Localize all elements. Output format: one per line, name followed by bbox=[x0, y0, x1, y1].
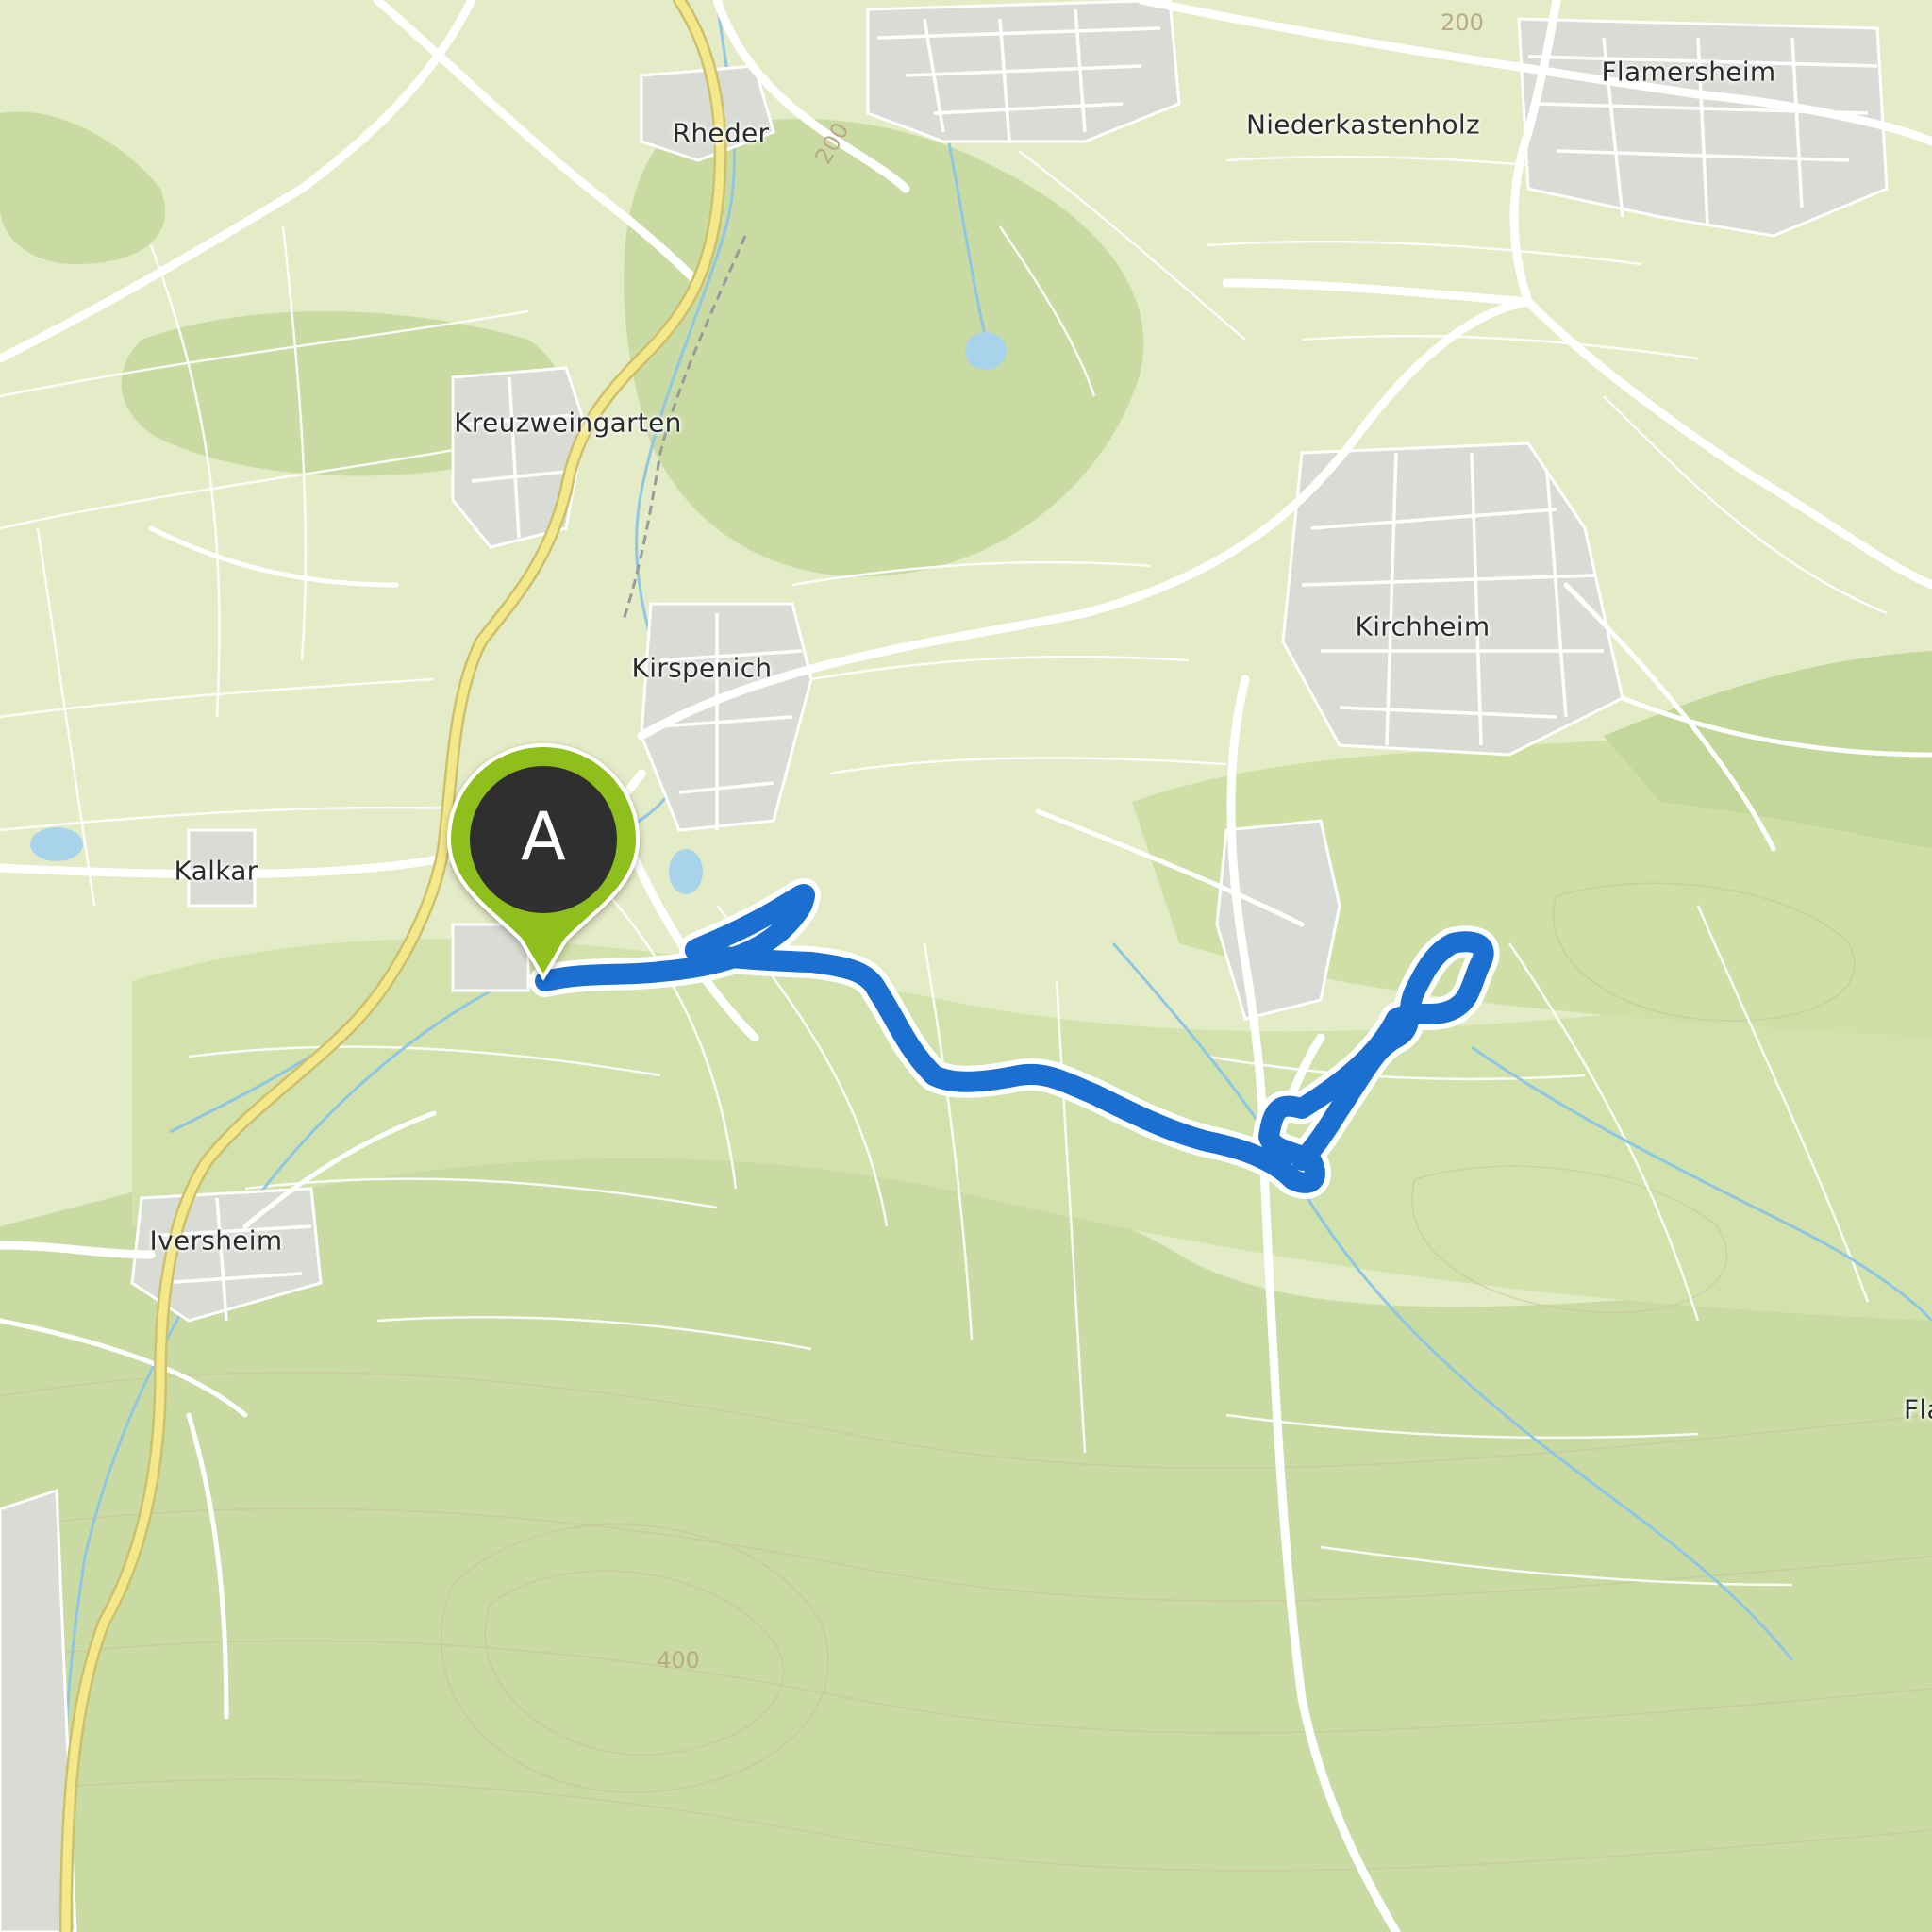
place-label-kalkar: Kalkar bbox=[174, 855, 258, 887]
pond bbox=[965, 332, 1007, 370]
pond bbox=[669, 849, 703, 894]
place-label-niederkastenholz: Niederkastenholz bbox=[1245, 108, 1481, 141]
elevation-label: 200 bbox=[1441, 9, 1484, 36]
place-label-kirchheim: Kirchheim bbox=[1355, 610, 1491, 642]
place-label-iversheim: Iversheim bbox=[149, 1224, 283, 1257]
start-marker[interactable]: A bbox=[440, 741, 647, 1006]
elevation-label: 400 bbox=[657, 1647, 700, 1674]
place-label-fla: Fla bbox=[1904, 1393, 1932, 1425]
map-view[interactable]: Rheder Niederkastenholz Flamersheim Kreu… bbox=[0, 0, 1932, 1932]
map-canvas[interactable] bbox=[0, 0, 1932, 1932]
place-label-rheder: Rheder bbox=[672, 117, 770, 149]
place-label-kirspenich: Kirspenich bbox=[631, 652, 773, 684]
place-label-flamersheim: Flamersheim bbox=[1601, 56, 1776, 88]
pond bbox=[30, 827, 83, 861]
place-label-kreuzweingarten: Kreuzweingarten bbox=[454, 407, 682, 439]
start-marker-letter: A bbox=[521, 798, 566, 875]
